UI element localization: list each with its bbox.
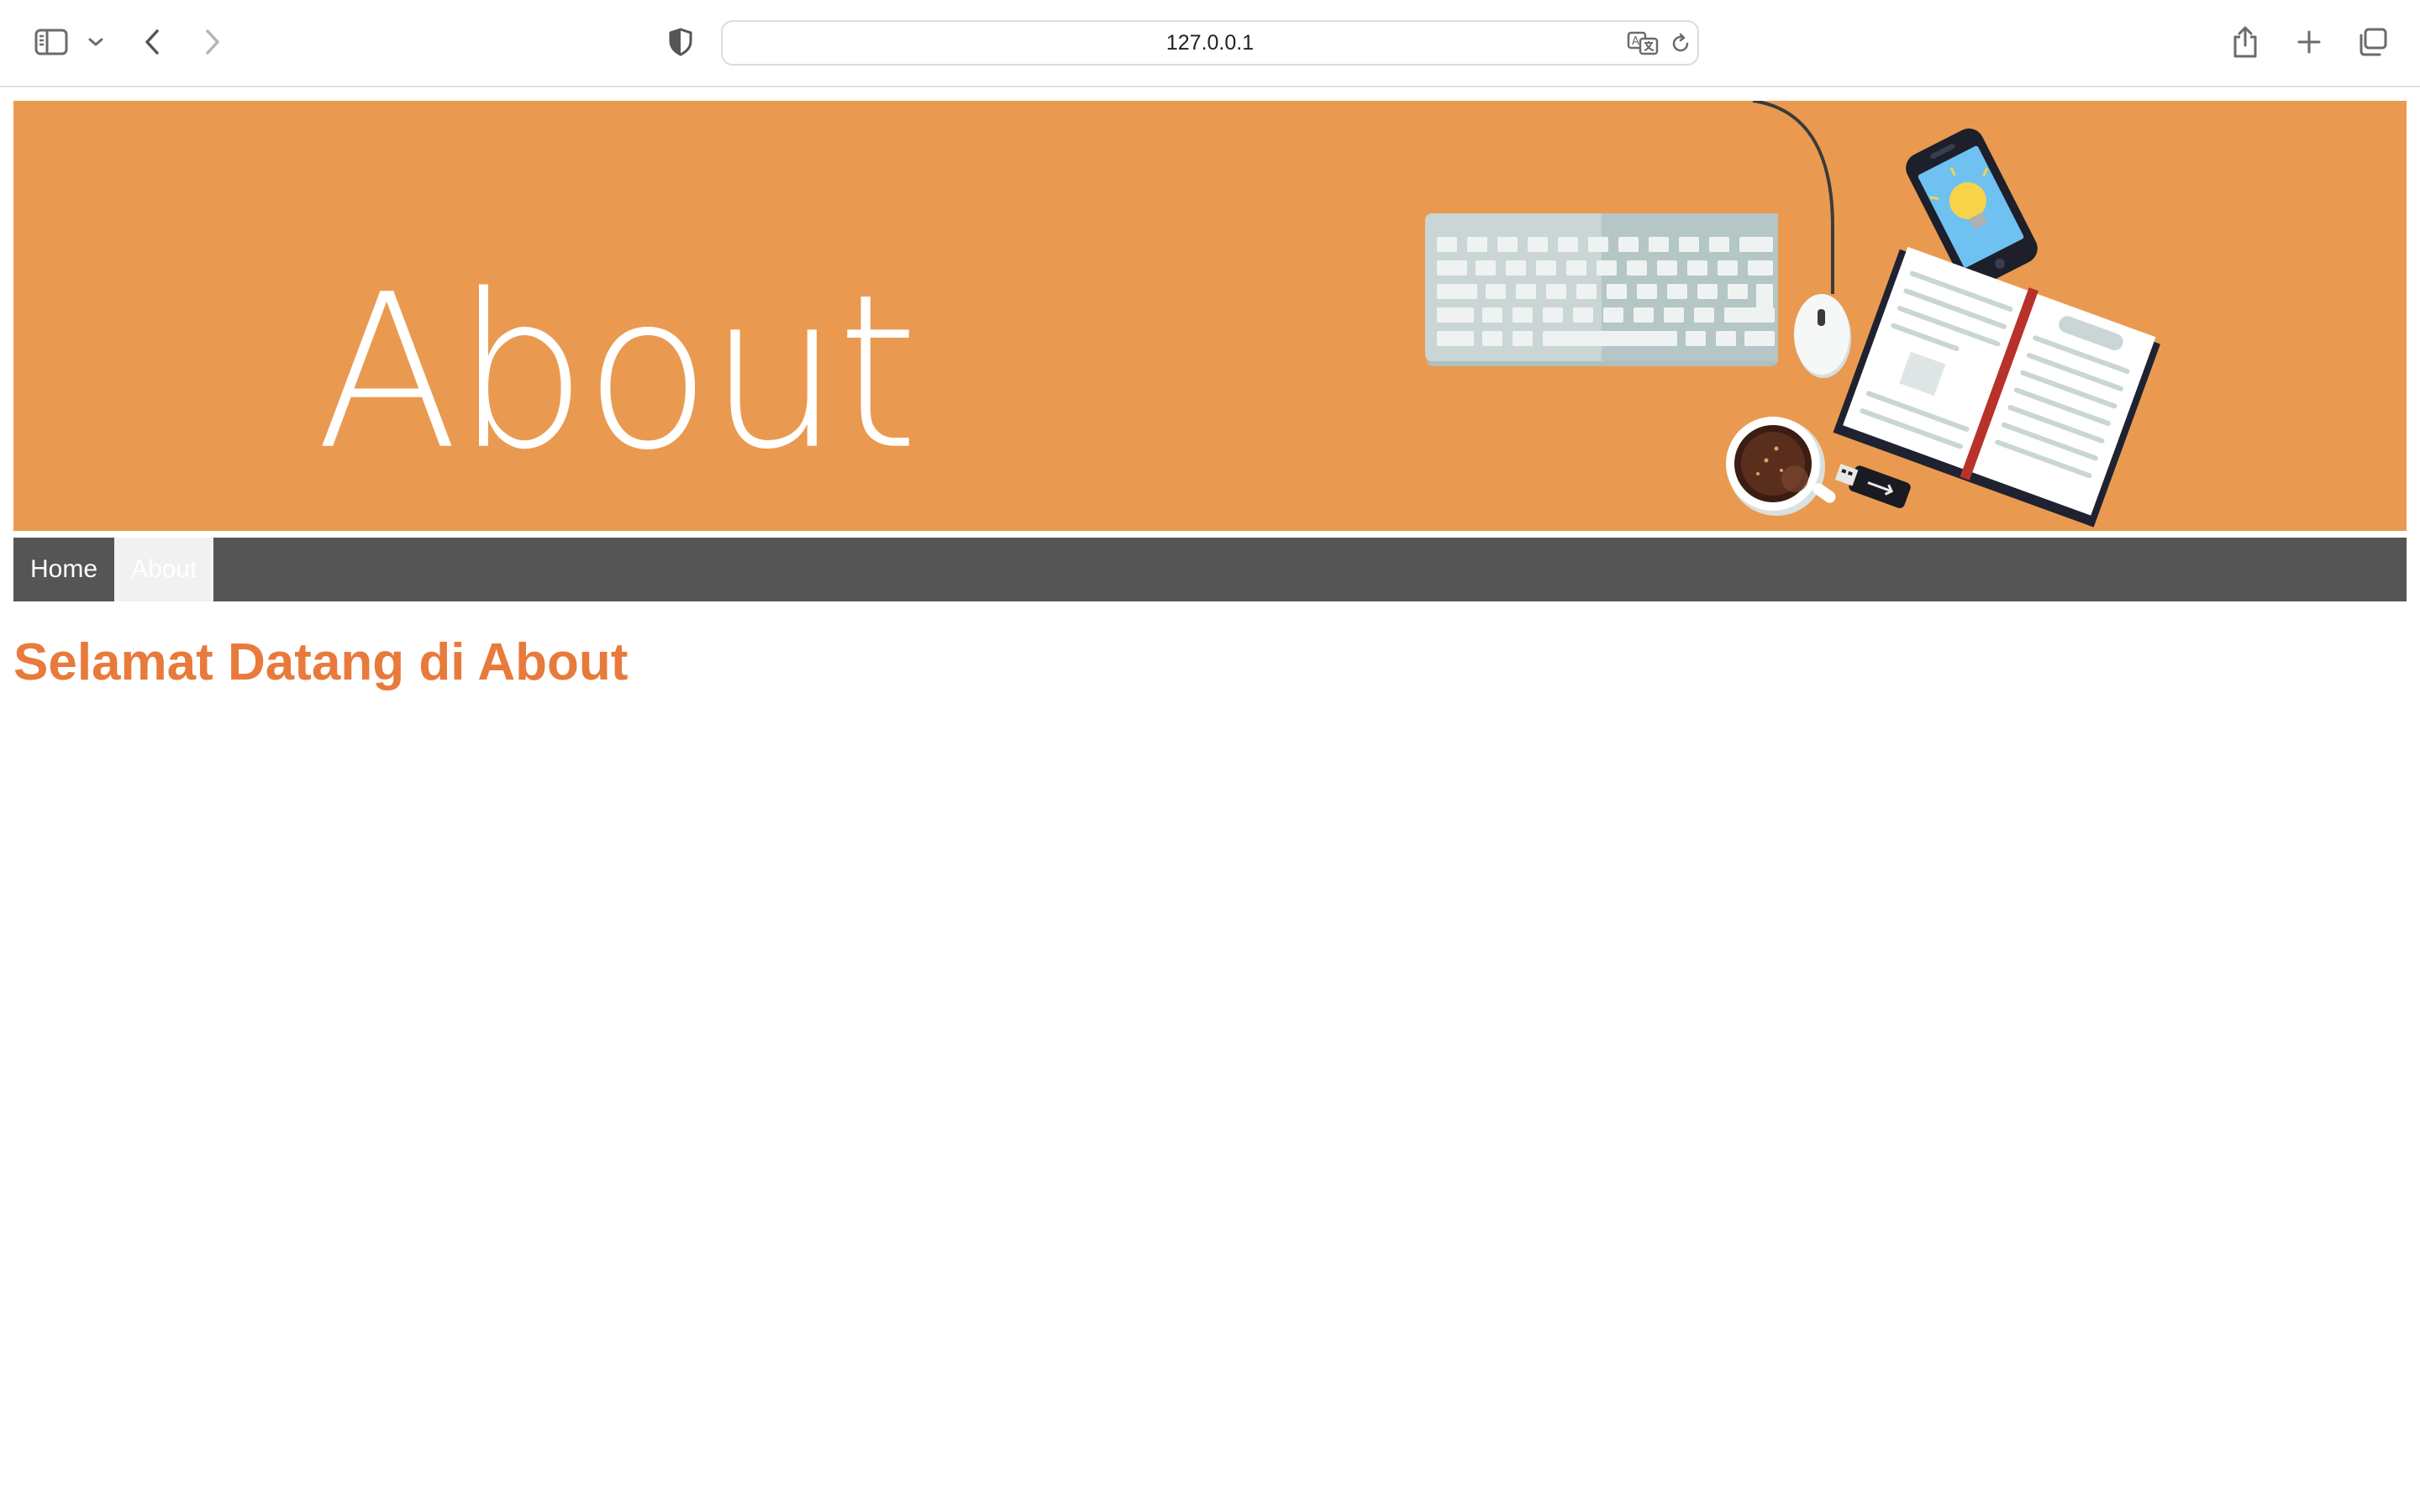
tab-overview-button[interactable] <box>2354 25 2390 59</box>
header-banner: About <box>13 101 2407 531</box>
forward-button[interactable] <box>198 24 227 60</box>
svg-text:A: A <box>1632 35 1639 48</box>
reload-button[interactable] <box>1667 30 1694 57</box>
chevron-down-icon <box>88 38 103 46</box>
back-icon <box>145 29 159 55</box>
mouse-icon <box>1794 294 1851 378</box>
share-button[interactable] <box>2228 22 2262 62</box>
new-tab-button[interactable] <box>2292 25 2326 59</box>
sidebar-toggle-button[interactable] <box>32 25 71 59</box>
url-text: 127.0.0.1 <box>1165 30 1255 55</box>
back-button[interactable] <box>138 24 166 60</box>
forward-icon <box>206 29 219 55</box>
tabs-overview-icon <box>2360 28 2387 56</box>
translate-icon: A <box>1627 31 1659 55</box>
shield-icon <box>669 28 692 56</box>
sidebar-menu-button[interactable] <box>84 30 108 54</box>
browser-toolbar: 127.0.0.1 A <box>0 0 2420 87</box>
desk-illustration <box>1425 101 2160 528</box>
translate-button[interactable]: A <box>1625 29 1662 57</box>
reload-icon <box>1672 33 1689 52</box>
keyboard-icon <box>1425 213 1778 366</box>
sidebar-icon <box>34 29 68 55</box>
page-heading: Selamat Datang di About <box>13 633 629 691</box>
nav-item-about[interactable]: About <box>114 538 214 601</box>
coffee-cup-icon <box>1726 417 1836 516</box>
nav-item-home[interactable]: Home <box>13 538 114 601</box>
usb-drive-icon <box>1834 464 1911 508</box>
address-bar[interactable]: 127.0.0.1 A <box>721 20 1699 66</box>
share-icon <box>2233 26 2257 58</box>
main-navigation: Home About <box>13 538 2407 601</box>
new-tab-icon <box>2297 30 2321 54</box>
privacy-report-button[interactable] <box>664 25 697 59</box>
